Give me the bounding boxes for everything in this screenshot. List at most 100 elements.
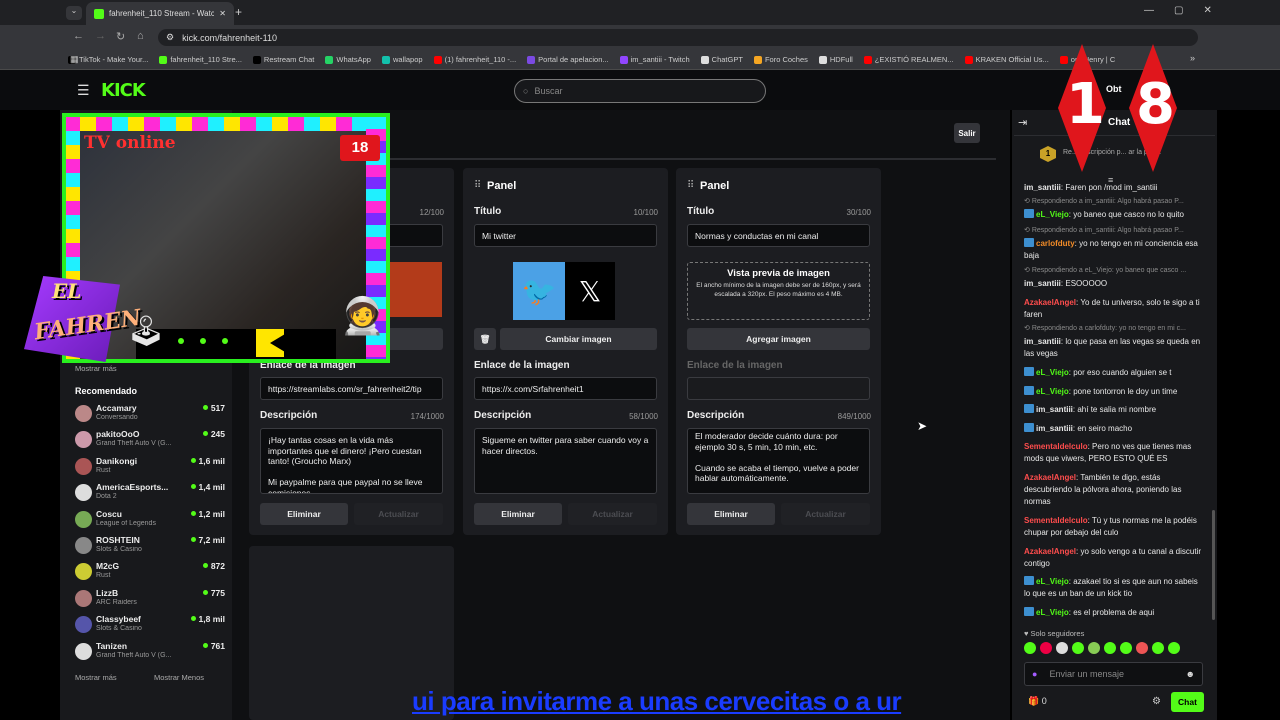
chat-message[interactable]: im_santiii: lo que pasa en las vegas se … bbox=[1024, 336, 1204, 360]
bookmark-item[interactable]: im_santiii - Twitch bbox=[619, 55, 690, 64]
update-button[interactable]: Actualizar bbox=[781, 503, 870, 525]
bookmark-item[interactable]: KRAKEN Official Us... bbox=[964, 55, 1049, 64]
description-textarea[interactable]: Sigueme en twitter para saber cuando voy… bbox=[474, 428, 657, 494]
recommended-channel[interactable]: Coscu League of Legends 1,2 mil bbox=[75, 509, 225, 535]
show-more-following[interactable]: Mostrar más bbox=[75, 364, 117, 373]
chat-message[interactable]: im_santiii: Faren pon /mod im_santiii bbox=[1024, 182, 1204, 194]
chat-message[interactable]: AzakaelAngel: yo solo vengo a tu canal a… bbox=[1024, 546, 1204, 570]
recommended-channel[interactable]: Accamary Conversando 517 bbox=[75, 403, 225, 429]
reply-context[interactable]: ⟲ Respondiendo a eL_Viejo: yo baneo que … bbox=[1024, 266, 1204, 274]
chat-message-input[interactable]: ● Enviar un mensaje ☻ bbox=[1024, 662, 1203, 686]
recommended-channel[interactable]: ROSHTEIN Slots & Casino 7,2 mil bbox=[75, 535, 225, 561]
bookmark-item[interactable]: WhatsApp bbox=[325, 55, 371, 64]
update-button[interactable]: Actualizar bbox=[354, 503, 443, 525]
change-image-button[interactable]: Cambiar imagen bbox=[500, 328, 657, 350]
minimize-icon[interactable]: — bbox=[1144, 5, 1154, 16]
emote-icon[interactable] bbox=[1168, 642, 1180, 654]
chat-message[interactable]: Sementaldelculo: Pero no ves que tienes … bbox=[1024, 441, 1204, 465]
chat-settings-icon[interactable]: ⚙ bbox=[1152, 696, 1161, 707]
bookmark-item[interactable]: ChatGPT bbox=[700, 55, 743, 64]
title-input[interactable]: Mi twitter bbox=[474, 224, 657, 247]
title-input[interactable]: Normas y conductas en mi canal bbox=[687, 224, 870, 247]
mic-icon[interactable]: ● bbox=[1032, 669, 1037, 679]
chat-username[interactable]: AzakaelAngel bbox=[1024, 473, 1076, 482]
chat-username[interactable]: Sementaldelculo bbox=[1024, 516, 1088, 525]
bookmark-item[interactable]: ¿EXISTIÓ REALMEN... bbox=[863, 55, 954, 64]
chat-message[interactable]: Sementaldelculo: Tú y tus normas me la p… bbox=[1024, 515, 1204, 539]
bookmark-item[interactable]: Restream Chat bbox=[252, 55, 314, 64]
chat-username[interactable]: eL_Viejo bbox=[1036, 387, 1069, 396]
update-button[interactable]: Actualizar bbox=[568, 503, 657, 525]
trash-icon[interactable]: 🗑 bbox=[474, 328, 496, 350]
chat-username[interactable]: AzakaelAngel bbox=[1024, 298, 1076, 307]
chat-message[interactable]: AzakaelAngel: También te digo, estás des… bbox=[1024, 472, 1204, 508]
obtain-button-label[interactable]: Obt bbox=[1106, 84, 1122, 94]
image-link-input[interactable] bbox=[687, 377, 870, 400]
maximize-icon[interactable]: ▢ bbox=[1174, 5, 1183, 16]
description-textarea[interactable]: El moderador decide cuánto dura: por eje… bbox=[687, 428, 870, 494]
chat-message[interactable]: im_santiii: ahí te salia mi nombre bbox=[1024, 404, 1204, 416]
exit-button[interactable]: Salir bbox=[954, 123, 980, 143]
chat-username[interactable]: im_santiii bbox=[1036, 405, 1073, 414]
delete-button[interactable]: Eliminar bbox=[474, 503, 562, 525]
more-bookmarks-icon[interactable]: » bbox=[1190, 53, 1195, 63]
close-tab-icon[interactable]: ✕ bbox=[219, 9, 226, 18]
chat-username[interactable]: im_santiii bbox=[1024, 183, 1061, 192]
emote-icon[interactable] bbox=[1152, 642, 1164, 654]
chat-message[interactable]: eL_Viejo: yo baneo que casco no lo quito bbox=[1024, 209, 1204, 221]
tab-list-button[interactable]: ⌄ bbox=[66, 6, 82, 20]
image-link-input[interactable]: https://streamlabs.com/sr_fahrenheit2/ti… bbox=[260, 377, 443, 400]
recommended-channel[interactable]: pakitoOoO Grand Theft Auto V (G... 245 bbox=[75, 429, 225, 455]
bookmark-item[interactable]: Portal de apelacion... bbox=[527, 55, 609, 64]
image-preview-dropzone[interactable]: Vista previa de imagen El ancho mínimo d… bbox=[687, 262, 870, 320]
recommended-channel[interactable]: AmericaEsports... Dota 2 1,4 mil bbox=[75, 482, 225, 508]
send-chat-button[interactable]: Chat bbox=[1171, 692, 1204, 712]
chat-username[interactable]: im_santiii bbox=[1036, 424, 1073, 433]
recommended-channel[interactable]: Danikongi Rust 1,6 mil bbox=[75, 456, 225, 482]
show-less-link[interactable]: Mostrar Menos bbox=[154, 673, 204, 682]
chat-username[interactable]: eL_Viejo bbox=[1036, 368, 1069, 377]
url-field[interactable]: ⚙ kick.com/fahrenheit-110 bbox=[158, 29, 1198, 46]
chat-message[interactable]: eL_Viejo: pone tontorron le doy un time bbox=[1024, 386, 1204, 398]
chat-message[interactable]: eL_Viejo: por eso cuando alguien se t bbox=[1024, 367, 1204, 379]
bookmark-item[interactable]: Foro Coches bbox=[753, 55, 808, 64]
recommended-channel[interactable]: Classybeef Slots & Casino 1,8 mil bbox=[75, 614, 225, 640]
bookmark-item[interactable]: TikTok - Make Your... bbox=[68, 55, 148, 64]
chat-username[interactable]: im_santiii bbox=[1024, 279, 1061, 288]
description-textarea[interactable]: ¡Hay tantas cosas en la vida más importa… bbox=[260, 428, 443, 494]
forward-icon[interactable]: → bbox=[95, 30, 106, 42]
bookmark-item[interactable]: fahrenheit_110 Stre... bbox=[159, 55, 242, 64]
new-tab-button[interactable]: + bbox=[235, 5, 242, 19]
recommended-channel[interactable]: LizzB ARC Raiders 775 bbox=[75, 588, 225, 614]
reload-icon[interactable]: ↻ bbox=[116, 30, 125, 43]
chat-username[interactable]: eL_Viejo bbox=[1036, 210, 1069, 219]
image-link-input[interactable]: https://x.com/Srfahrenheit1 bbox=[474, 377, 657, 400]
drag-handle-icon[interactable]: ⠿ bbox=[687, 180, 694, 191]
home-icon[interactable]: ⌂ bbox=[137, 30, 144, 42]
browser-tab[interactable]: fahrenheit_110 Stream - Watch ✕ bbox=[86, 2, 234, 25]
chat-scrollbar[interactable] bbox=[1212, 510, 1215, 620]
emote-icon[interactable] bbox=[1072, 642, 1084, 654]
menu-icon[interactable]: ☰ bbox=[77, 82, 90, 99]
reply-context[interactable]: ⟲ Respondiendo a im_santiii: Algo habrá … bbox=[1024, 197, 1204, 205]
reply-context[interactable]: ⟲ Respondiendo a im_santiii: Algo habrá … bbox=[1024, 226, 1204, 234]
recommended-channel[interactable]: Tanizen Grand Theft Auto V (G... 761 bbox=[75, 641, 225, 667]
apps-icon[interactable]: ▦ bbox=[70, 54, 79, 65]
emote-icon[interactable] bbox=[1088, 642, 1100, 654]
chat-message[interactable]: im_santiii: en seiro macho bbox=[1024, 423, 1204, 435]
emote-icon[interactable] bbox=[1024, 642, 1036, 654]
drag-handle-icon[interactable]: ⠿ bbox=[474, 180, 481, 191]
recommended-channel[interactable]: M2cG Rust 872 bbox=[75, 561, 225, 587]
bookmark-item[interactable]: HDFull bbox=[818, 55, 853, 64]
kick-logo[interactable]: KICK bbox=[101, 80, 146, 101]
site-info-icon[interactable]: ⚙ bbox=[166, 32, 174, 43]
emoji-icon[interactable]: ☻ bbox=[1186, 669, 1195, 679]
emote-icon[interactable] bbox=[1104, 642, 1116, 654]
search-input[interactable]: ○ Buscar bbox=[514, 79, 766, 103]
collapse-chat-icon[interactable]: ⇥ bbox=[1018, 116, 1027, 129]
bookmark-item[interactable]: wallapop bbox=[381, 55, 423, 64]
chat-username[interactable]: im_santiii bbox=[1024, 337, 1061, 346]
back-icon[interactable]: ← bbox=[73, 30, 84, 42]
chat-username[interactable]: Sementaldelculo bbox=[1024, 442, 1088, 451]
emote-icon[interactable] bbox=[1040, 642, 1052, 654]
